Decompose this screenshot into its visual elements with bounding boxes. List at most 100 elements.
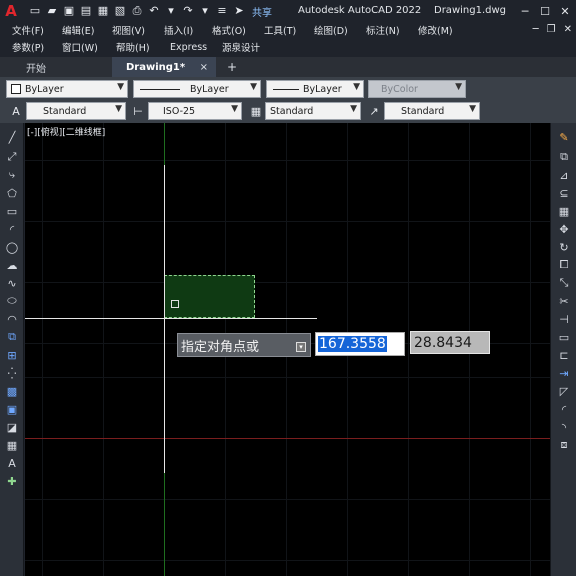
join-icon[interactable]: ⇥ [555, 365, 573, 381]
insert-block-icon[interactable]: ⧉ [3, 329, 21, 345]
menu-dimension[interactable]: 标注(N) [366, 23, 400, 37]
menu-draw[interactable]: 绘图(D) [314, 23, 348, 37]
tab-close-icon[interactable]: × [200, 62, 208, 73]
dim-style-dropdown[interactable]: ISO-25 ▼ [148, 102, 242, 120]
move-icon[interactable]: ✥ [555, 221, 573, 237]
break-at-point-icon[interactable]: ▭ [555, 329, 573, 345]
add-selected-icon[interactable]: ✚ [3, 473, 21, 489]
rotate-icon[interactable]: ↻ [555, 239, 573, 255]
multiline-text-icon[interactable]: A [3, 455, 21, 471]
open-folder-icon[interactable]: ▰ [45, 4, 59, 18]
dynamic-input-x-field[interactable]: 167.3558 [315, 332, 405, 356]
customize-qat-icon[interactable]: ≡ [215, 4, 229, 18]
linetype-dropdown[interactable]: ByLayer ▼ [133, 80, 261, 98]
construction-line-icon[interactable]: ⤢ [3, 149, 21, 165]
doc-close-icon[interactable]: ✕ [564, 24, 572, 35]
share-button[interactable]: 共享 [252, 4, 272, 19]
menu-modify[interactable]: 修改(M) [418, 23, 453, 37]
menu-edit[interactable]: 编辑(E) [62, 23, 94, 37]
save-as-icon[interactable]: ▤ [79, 4, 93, 18]
polyline-icon[interactable]: ⤷ [3, 167, 21, 183]
doc-restore-icon[interactable]: ❐ [547, 24, 556, 35]
doc-minimize-icon[interactable]: ─ [533, 24, 539, 35]
menu-window[interactable]: 窗口(W) [62, 40, 98, 54]
new-tab-button[interactable]: + [222, 57, 242, 77]
revision-cloud-icon[interactable]: ☁ [3, 257, 21, 273]
lineweight-dropdown[interactable]: ByLayer ▼ [266, 80, 364, 98]
ellipse-arc-icon[interactable]: ◠ [3, 311, 21, 327]
extend-icon[interactable]: ⊣ [555, 311, 573, 327]
table-style-icon[interactable]: ▦ [248, 102, 264, 120]
stretch-icon[interactable]: ⤡ [555, 275, 573, 291]
circle-icon[interactable]: ◯ [3, 239, 21, 255]
web-mobile-open-icon[interactable]: ▦ [96, 4, 110, 18]
arc-icon[interactable]: ◜ [3, 221, 21, 237]
make-block-icon[interactable]: ⊞ [3, 347, 21, 363]
spline-icon[interactable]: ∿ [3, 275, 21, 291]
menu-express[interactable]: Express [170, 42, 207, 53]
options-arrow-icon[interactable]: ▾ [296, 342, 306, 352]
fillet-icon[interactable]: ◜ [555, 401, 573, 417]
menu-parametric[interactable]: 参数(P) [12, 40, 44, 54]
web-mobile-save-icon[interactable]: ▧ [113, 4, 127, 18]
dim-style-icon[interactable]: ⊢ [130, 102, 146, 120]
tab-drawing1[interactable]: Drawing1* × [112, 57, 216, 77]
multileader-style-dropdown[interactable]: Standard ▼ [384, 102, 480, 120]
minimize-icon[interactable]: ─ [516, 2, 534, 20]
dynamic-input-prompt: 指定对角点或 ▾ [177, 333, 311, 357]
menu-file[interactable]: 文件(F) [12, 23, 44, 37]
multileader-style-icon[interactable]: ↗ [366, 102, 382, 120]
line-icon[interactable]: ╱ [3, 129, 21, 145]
dynamic-input-prompt-text: 指定对角点或 [181, 339, 260, 355]
offset-icon[interactable]: ⊆ [555, 185, 573, 201]
menu-insert[interactable]: 插入(I) [164, 23, 193, 37]
menu-yuanquan[interactable]: 源泉设计 [222, 40, 260, 54]
autocad-logo-icon[interactable]: A [0, 0, 22, 22]
layer-color-dropdown[interactable]: ByLayer ▼ [6, 80, 128, 98]
text-style-value: Standard [43, 105, 87, 117]
menu-tools[interactable]: 工具(T) [264, 23, 296, 37]
menu-help[interactable]: 帮助(H) [116, 40, 150, 54]
array-icon[interactable]: ▦ [555, 203, 573, 219]
file-tabs: 开始 Drawing1* × + [0, 57, 576, 77]
chevron-down-icon: ▼ [353, 82, 360, 92]
save-icon[interactable]: ▣ [62, 4, 76, 18]
mirror-icon[interactable]: ⊿ [555, 167, 573, 183]
share-icon[interactable]: ➤ [232, 4, 246, 18]
point-icon[interactable]: ⁛ [3, 365, 21, 381]
maximize-icon[interactable]: ☐ [536, 2, 554, 20]
scale-icon[interactable]: ⧠ [555, 257, 573, 273]
chevron-down-icon: ▼ [350, 104, 357, 114]
explode-icon[interactable]: ⧈ [555, 437, 573, 453]
redo-icon[interactable]: ↷ [181, 4, 195, 18]
redo-dropdown-icon[interactable]: ▾ [198, 4, 212, 18]
polygon-icon[interactable]: ⬠ [3, 185, 21, 201]
hatch-icon[interactable]: ▩ [3, 383, 21, 399]
menu-view[interactable]: 视图(V) [112, 23, 145, 37]
chamfer-icon[interactable]: ◸ [555, 383, 573, 399]
undo-icon[interactable]: ↶ [147, 4, 161, 18]
copy-icon[interactable]: ⧉ [555, 149, 573, 165]
undo-dropdown-icon[interactable]: ▾ [164, 4, 178, 18]
new-file-icon[interactable]: ▭ [28, 4, 42, 18]
gradient-icon[interactable]: ▣ [3, 401, 21, 417]
dynamic-input-y-field[interactable]: 28.8434 [410, 331, 490, 354]
trim-icon[interactable]: ✂ [555, 293, 573, 309]
blend-curves-icon[interactable]: ◝ [555, 419, 573, 435]
break-icon[interactable]: ⊏ [555, 347, 573, 363]
text-style-icon[interactable]: A [8, 102, 24, 120]
tab-start[interactable]: 开始 [10, 57, 110, 77]
menu-format[interactable]: 格式(O) [212, 23, 246, 37]
plot-icon[interactable]: ⎙ [130, 4, 144, 18]
region-icon[interactable]: ◪ [3, 419, 21, 435]
close-icon[interactable]: ✕ [556, 2, 574, 20]
rectangle-icon[interactable]: ▭ [3, 203, 21, 219]
quick-access-toolbar: ▭ ▰ ▣ ▤ ▦ ▧ ⎙ ↶ ▾ ↷ ▾ ≡ ➤ [28, 4, 246, 18]
viewport-controls[interactable]: [-][俯视][二维线框] [27, 125, 105, 138]
table-style-dropdown[interactable]: Standard ▼ [265, 102, 361, 120]
text-style-dropdown[interactable]: Standard ▼ [26, 102, 126, 120]
grid-line [25, 282, 550, 283]
ellipse-icon[interactable]: ⬭ [3, 293, 21, 309]
erase-icon[interactable]: ✎ [555, 129, 573, 145]
table-icon[interactable]: ▦ [3, 437, 21, 453]
